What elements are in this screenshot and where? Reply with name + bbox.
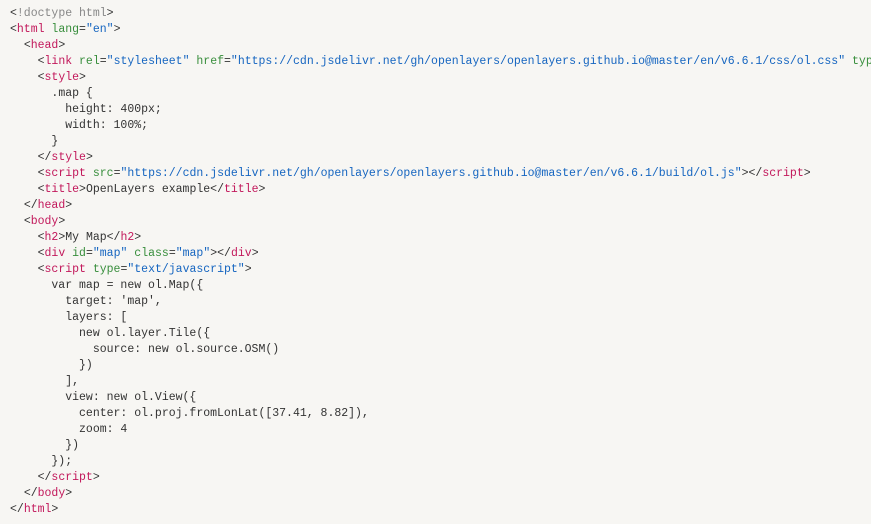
style-height: height: 400px; bbox=[65, 103, 162, 116]
html-lang: en bbox=[93, 23, 107, 36]
div-class: map bbox=[183, 247, 204, 260]
script-src: https://cdn.jsdelivr.net/gh/openlayers/o… bbox=[127, 167, 734, 180]
div-id: map bbox=[100, 247, 121, 260]
style-width: width: 100%; bbox=[65, 119, 148, 132]
inline-script-type: text/javascript bbox=[134, 263, 238, 276]
link-rel: stylesheet bbox=[114, 55, 183, 68]
code-block: <!doctype html> <html lang="en"> <head> … bbox=[10, 6, 861, 518]
js-body: var map = new ol.Map({ target: 'map', la… bbox=[10, 279, 369, 468]
h2-text: My Map bbox=[65, 231, 106, 244]
title-text: OpenLayers example bbox=[86, 183, 210, 196]
doctype: !doctype html bbox=[17, 7, 107, 20]
style-map-selector: .map { bbox=[51, 87, 92, 100]
link-href: https://cdn.jsdelivr.net/gh/openlayers/o… bbox=[238, 55, 838, 68]
